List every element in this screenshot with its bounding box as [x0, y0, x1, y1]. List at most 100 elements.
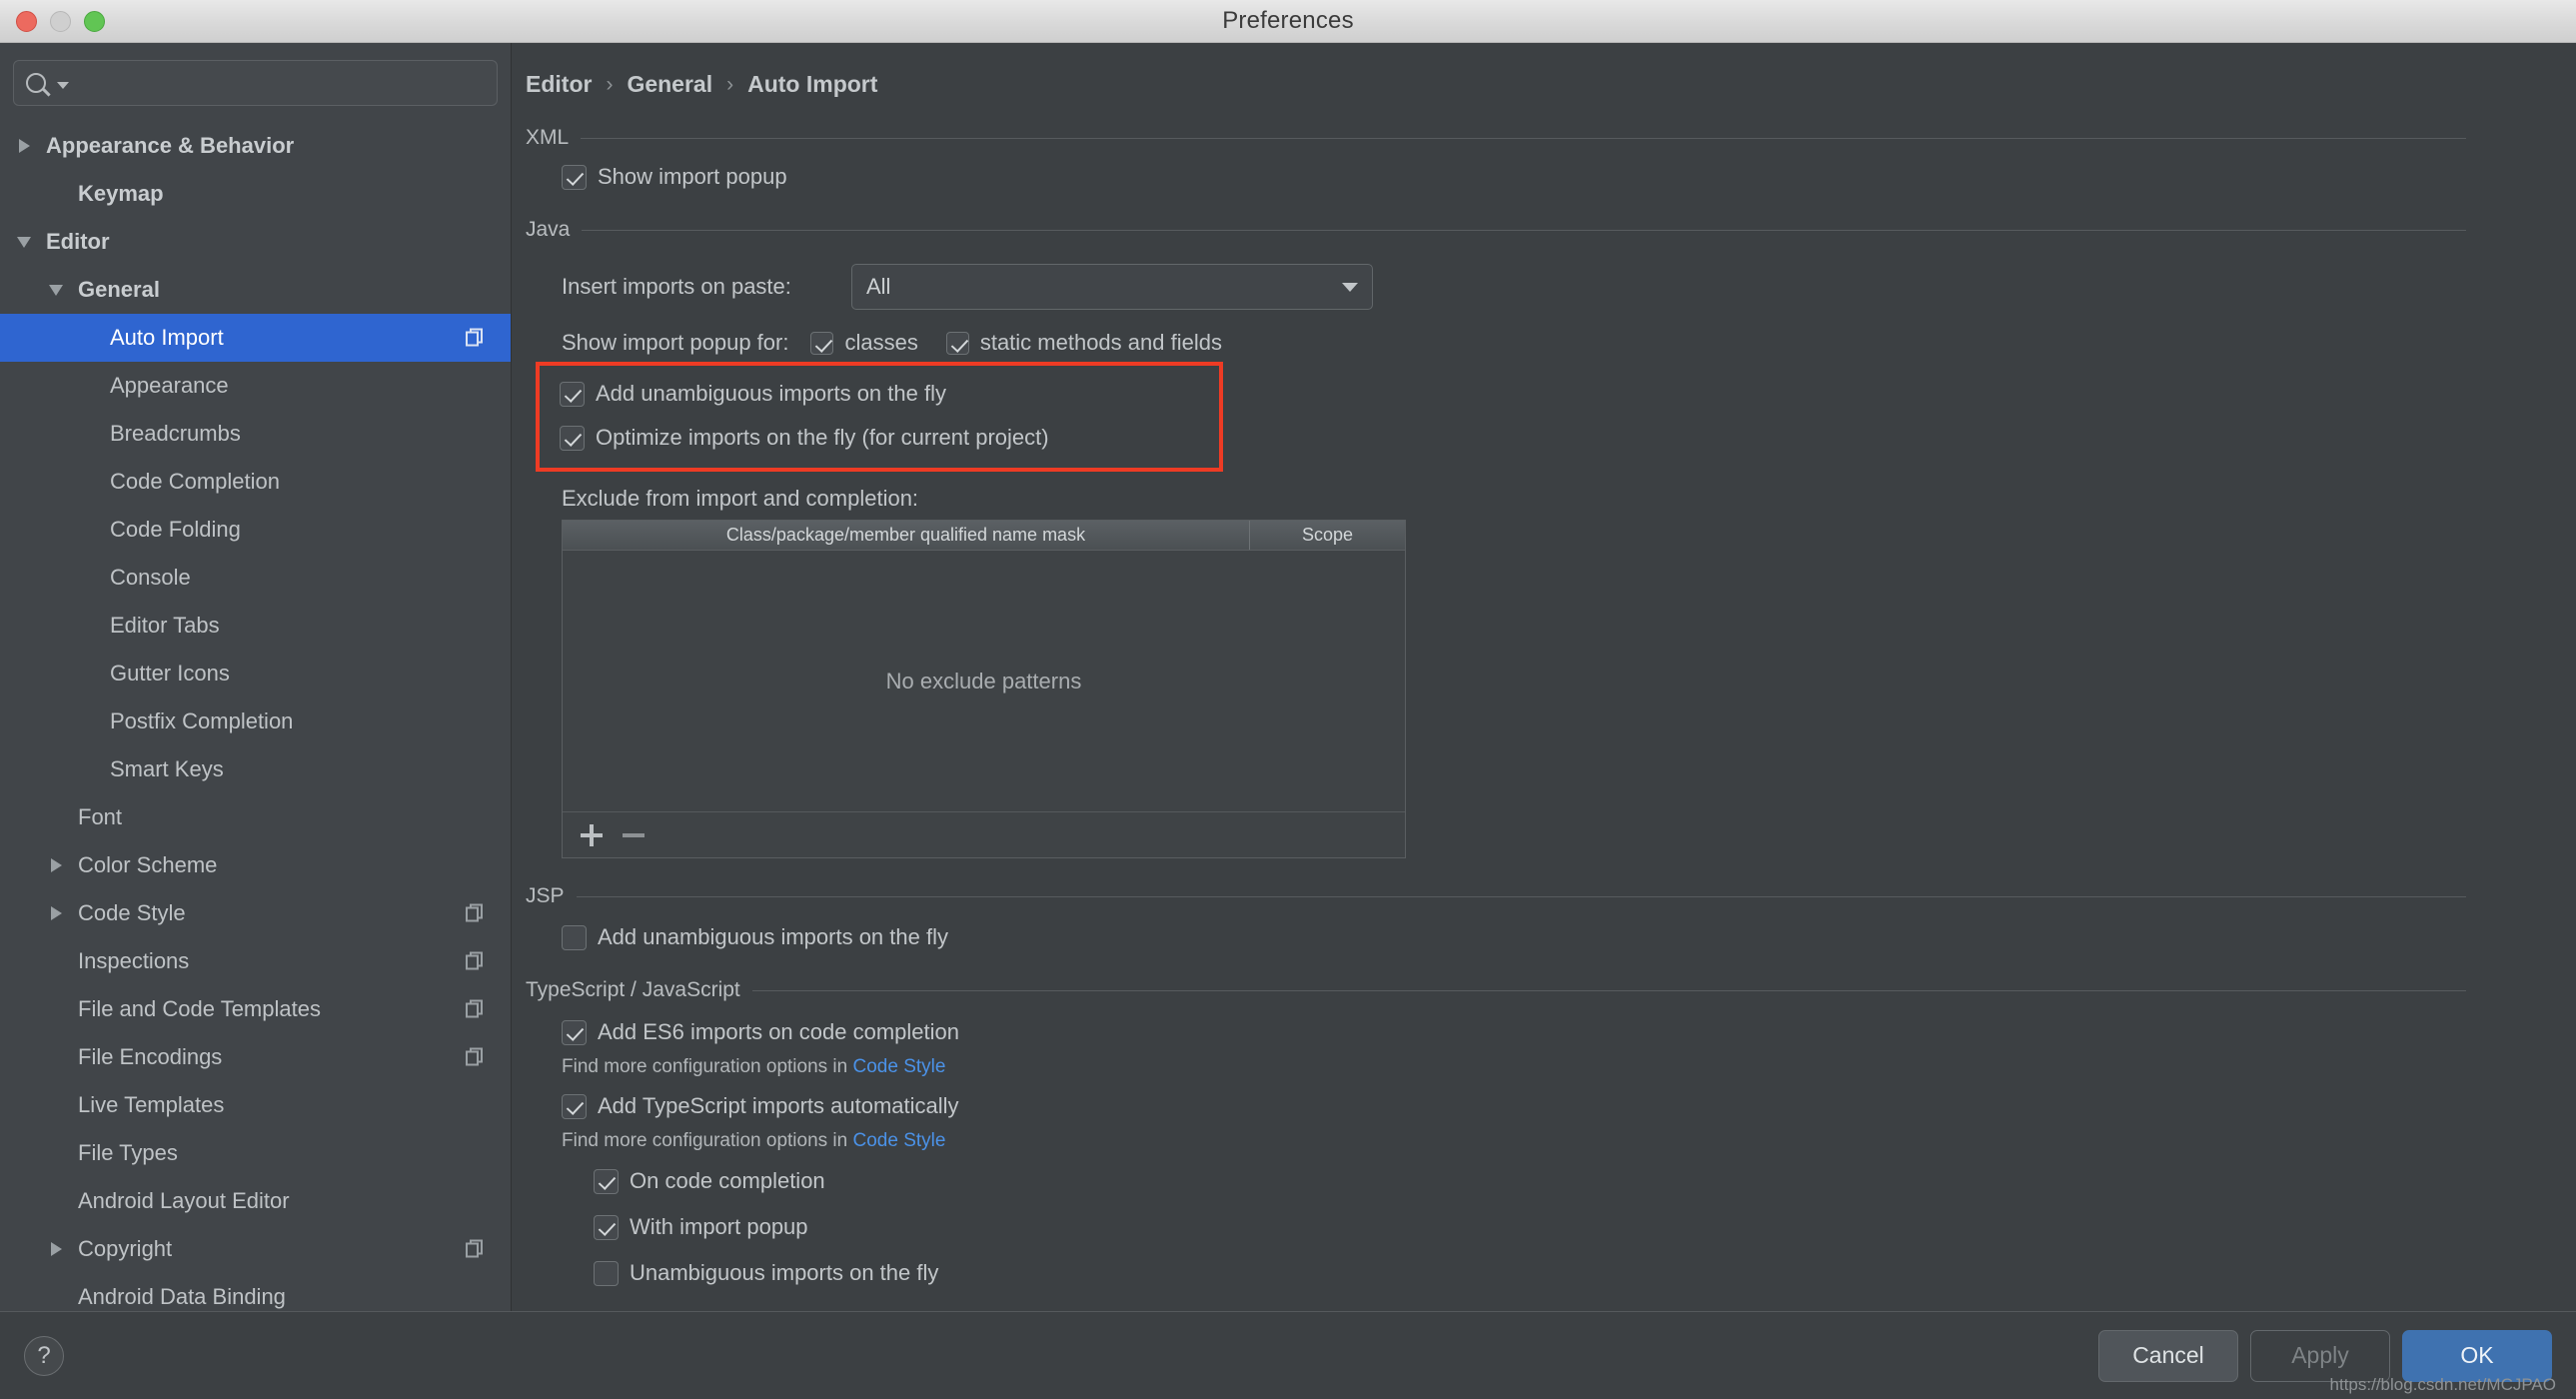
chevron-right-icon[interactable]	[14, 135, 36, 157]
apply-button[interactable]: Apply	[2250, 1329, 2390, 1382]
sidebar-item-label: Editor Tabs	[110, 613, 220, 638]
hint-code-style-1: Find more configuration options in Code …	[526, 1056, 2576, 1078]
chevron-down-icon[interactable]	[46, 279, 68, 301]
checkbox-optimize-imports-java[interactable]: Optimize imports on the fly (for current…	[540, 416, 1219, 460]
sidebar-item-code-completion[interactable]: Code Completion	[0, 458, 511, 506]
checkbox-icon[interactable]	[562, 1019, 587, 1045]
settings-main-panel: Editor › General › Auto Import XML Show impo…	[512, 43, 2576, 1311]
settings-sidebar: Appearance & Behavior Keymap Editor General…	[0, 43, 512, 1311]
sidebar-item-appearance[interactable]: Appearance	[0, 362, 511, 410]
insert-imports-select[interactable]: All	[851, 264, 1373, 310]
sidebar-item-appearance-behavior[interactable]: Appearance & Behavior	[0, 122, 511, 170]
chevron-down-icon[interactable]	[14, 231, 36, 253]
settings-tree[interactable]: Appearance & Behavior Keymap Editor General…	[0, 118, 511, 1311]
sidebar-item-breadcrumbs[interactable]: Breadcrumbs	[0, 410, 511, 458]
checkbox-with-import-popup[interactable]: With import popup	[526, 1204, 2576, 1250]
checkbox-icon[interactable]	[562, 924, 587, 950]
search-input[interactable]	[75, 71, 485, 95]
ok-button[interactable]: OK	[2402, 1329, 2552, 1382]
insert-imports-label: Insert imports on paste:	[562, 274, 791, 299]
checkbox-on-code-completion[interactable]: On code completion	[526, 1158, 2576, 1204]
add-pattern-button[interactable]	[581, 823, 603, 846]
table-column-header-scope: Scope	[1301, 525, 1354, 545]
sidebar-item-gutter-icons[interactable]: Gutter Icons	[0, 650, 511, 698]
checkbox-icon[interactable]	[594, 1168, 619, 1194]
sidebar-item-file-and-code-templates[interactable]: File and Code Templates	[0, 985, 511, 1033]
checkbox-icon[interactable]	[594, 1260, 619, 1286]
sidebar-item-label: Keymap	[78, 181, 164, 206]
sidebar-item-font[interactable]: Font	[0, 793, 511, 841]
sidebar-item-editor[interactable]: Editor	[0, 218, 511, 266]
checkbox-add-es6-imports[interactable]: Add ES6 imports on code completion	[526, 1010, 2576, 1054]
search-box[interactable]	[13, 60, 498, 106]
checkbox-add-unambiguous-java[interactable]: Add unambiguous imports on the fly	[540, 372, 1219, 416]
sidebar-item-editor-tabs[interactable]: Editor Tabs	[0, 602, 511, 650]
checkbox-unambiguous-imports-on-the-fly[interactable]: Unambiguous imports on the fly	[526, 1250, 2576, 1296]
zoom-button-icon[interactable]	[84, 11, 105, 32]
copy-settings-icon[interactable]	[466, 328, 485, 348]
preferences-window: Preferences Appearance & Behavior Keymap E…	[0, 0, 2576, 1399]
checkbox-icon[interactable]	[560, 381, 585, 407]
checkbox-icon[interactable]	[562, 1093, 587, 1119]
section-java-header: Java	[526, 218, 2576, 242]
breadcrumb-item[interactable]: Editor	[526, 71, 592, 98]
close-button-icon[interactable]	[16, 11, 37, 32]
code-style-link[interactable]: Code Style	[853, 1056, 946, 1077]
sidebar-item-console[interactable]: Console	[0, 554, 511, 602]
table-toolbar	[563, 812, 1405, 857]
sidebar-item-file-types[interactable]: File Types	[0, 1129, 511, 1177]
sidebar-item-color-scheme[interactable]: Color Scheme	[0, 841, 511, 889]
sidebar-item-android-data-binding[interactable]: Android Data Binding	[0, 1273, 511, 1311]
checkbox-add-unambiguous-jsp[interactable]: Add unambiguous imports on the fly	[526, 908, 2576, 966]
copy-settings-icon[interactable]	[466, 903, 485, 923]
breadcrumb-item[interactable]: General	[627, 71, 712, 98]
copy-settings-icon[interactable]	[466, 999, 485, 1019]
minimize-button-icon[interactable]	[50, 11, 71, 32]
sidebar-item-label: File Encodings	[78, 1044, 223, 1069]
checkbox-icon[interactable]	[562, 164, 587, 190]
checkbox-classes-icon[interactable]	[810, 331, 834, 355]
divider	[751, 989, 2466, 991]
sidebar-item-android-layout-editor[interactable]: Android Layout Editor	[0, 1177, 511, 1225]
sidebar-item-label: Console	[110, 565, 191, 590]
code-style-link[interactable]: Code Style	[853, 1130, 946, 1151]
checkbox-static-methods-icon[interactable]	[945, 331, 969, 355]
sidebar-item-file-encodings[interactable]: File Encodings	[0, 1033, 511, 1081]
sidebar-item-inspections[interactable]: Inspections	[0, 937, 511, 985]
auto-import-settings: Editor › General › Auto Import XML Show impo…	[512, 43, 2576, 1311]
section-xml-header: XML	[526, 126, 2576, 150]
checkbox-add-typescript-imports[interactable]: Add TypeScript imports automatically	[526, 1084, 2576, 1128]
checkbox-icon[interactable]	[560, 425, 585, 451]
copy-settings-icon[interactable]	[466, 951, 485, 971]
help-button[interactable]: ?	[24, 1335, 64, 1376]
table-body[interactable]: No exclude patterns	[563, 551, 1405, 812]
chevron-right-icon[interactable]	[46, 902, 68, 924]
sidebar-item-general[interactable]: General	[0, 266, 511, 314]
sidebar-item-label: Smart Keys	[110, 756, 224, 781]
window-title: Preferences	[1222, 7, 1354, 34]
checkbox-xml-show-import-popup[interactable]: Show import popup	[526, 150, 2576, 204]
sidebar-item-copyright[interactable]: Copyright	[0, 1225, 511, 1273]
section-jsp: JSP Add unambiguous imports on the fly	[512, 884, 2576, 966]
copy-settings-icon[interactable]	[466, 1239, 485, 1259]
sidebar-item-smart-keys[interactable]: Smart Keys	[0, 745, 511, 793]
sidebar-item-live-templates[interactable]: Live Templates	[0, 1081, 511, 1129]
checkbox-classes-label: classes	[844, 330, 918, 355]
sidebar-item-auto-import[interactable]: Auto Import	[0, 314, 511, 362]
sidebar-item-label: Code Folding	[110, 517, 241, 542]
chevron-right-icon[interactable]	[46, 1238, 68, 1260]
chevron-down-icon[interactable]	[57, 81, 69, 89]
breadcrumb-separator: ›	[606, 72, 614, 96]
copy-settings-icon[interactable]	[466, 1047, 485, 1067]
checkbox-icon[interactable]	[594, 1214, 619, 1240]
cancel-button[interactable]: Cancel	[2098, 1329, 2238, 1382]
sidebar-item-code-style[interactable]: Code Style	[0, 889, 511, 937]
sidebar-item-code-folding[interactable]: Code Folding	[0, 506, 511, 554]
breadcrumb-item: Auto Import	[747, 71, 878, 97]
sidebar-item-keymap[interactable]: Keymap	[0, 170, 511, 218]
chevron-right-icon[interactable]	[46, 854, 68, 876]
sidebar-item-postfix-completion[interactable]: Postfix Completion	[0, 698, 511, 745]
